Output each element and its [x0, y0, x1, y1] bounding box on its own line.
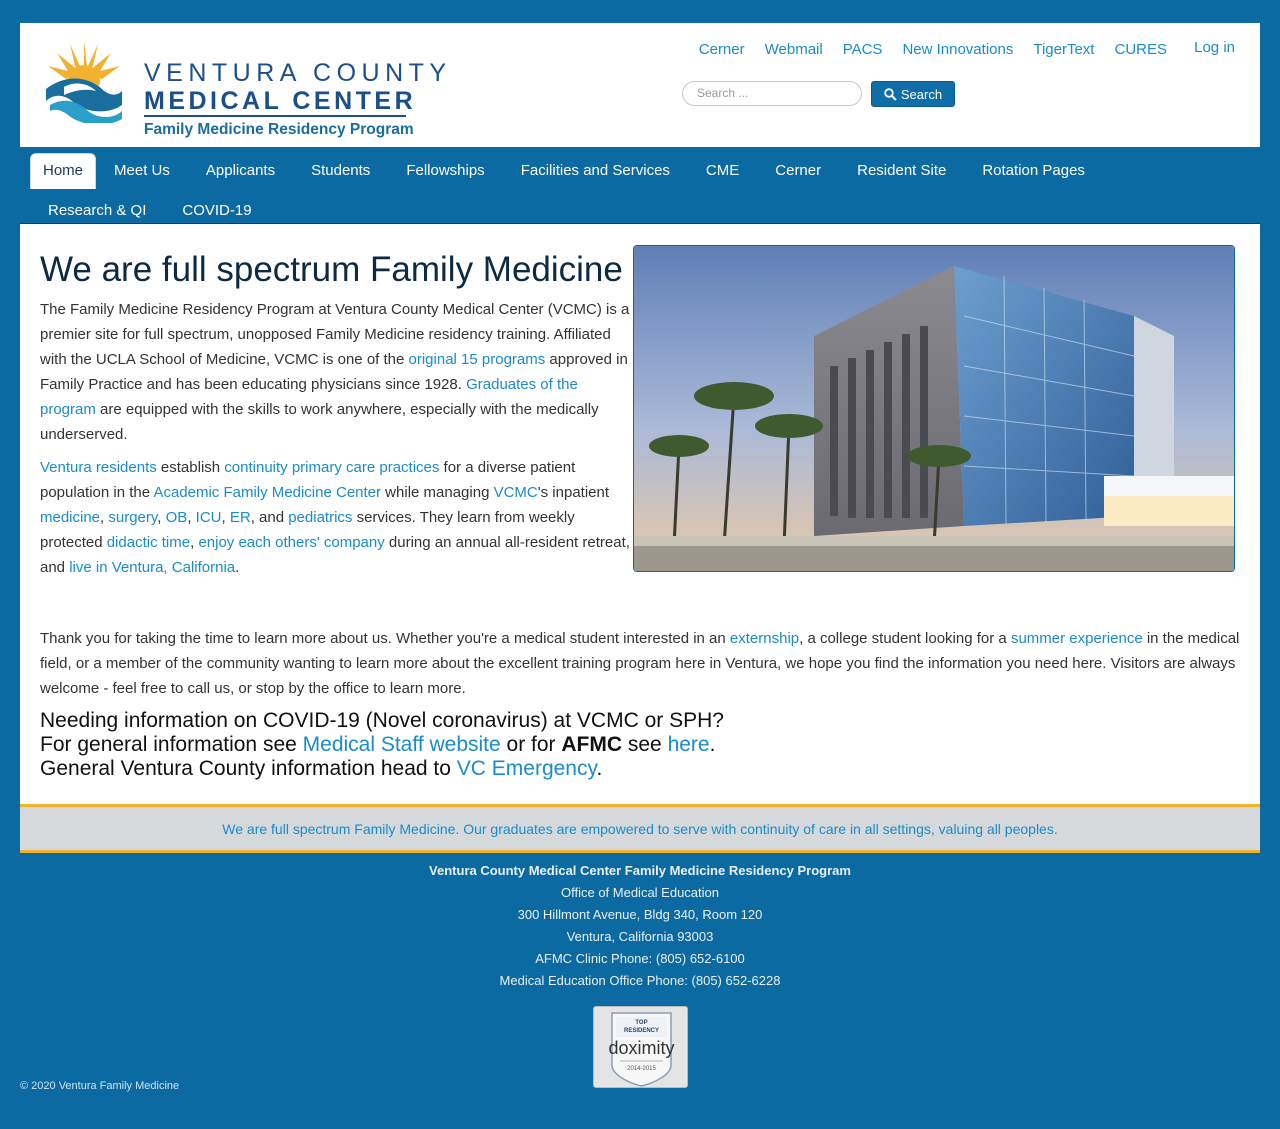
copyright: © 2020 Ventura Family Medicine [20, 1080, 180, 1092]
covid-line-1: Needing information on COVID-19 (Novel c… [40, 709, 724, 732]
tagline-text: We are full spectrum Family Medicine. Ou… [222, 820, 1058, 837]
footer-phone-clinic: AFMC Clinic Phone: (805) 652-6100 [535, 951, 745, 966]
main-content: We are full spectrum Family Medicine The… [20, 224, 1260, 804]
logo-line-3: Family Medicine Residency Program [144, 121, 414, 138]
footer-address-2: Ventura, California 93003 [566, 929, 714, 944]
logo-line-1: VENTURA COUNTY [144, 59, 452, 87]
nav-row-1: Home Meet Us Applicants Students Fellows… [30, 153, 1103, 189]
page-title: We are full spectrum Family Medicine [40, 250, 623, 289]
nav-research-qi[interactable]: Research & QI [30, 193, 164, 228]
doximity-badge-icon: TOP RESIDENCY doximity 2014-2015 [608, 1012, 675, 1087]
link-original-15-programs[interactable]: original 15 programs [409, 351, 546, 368]
footer-office: Office of Medical Education [560, 885, 719, 900]
search-button[interactable]: Search [871, 81, 955, 107]
main-nav: Home Meet Us Applicants Students Fellows… [20, 147, 1260, 224]
footer-org-name: Ventura County Medical Center Family Med… [429, 863, 851, 878]
doximity-badge[interactable]: TOP RESIDENCY doximity 2014-2015 [593, 1006, 688, 1088]
link-medical-staff-website[interactable]: Medical Staff website [303, 733, 501, 756]
toplink-new-innovations[interactable]: New Innovations [902, 41, 1013, 58]
nav-cerner[interactable]: Cerner [757, 153, 839, 189]
covid-line-2: For general information see Medical Staf… [40, 733, 716, 756]
badge-brand: doximity [608, 1038, 674, 1058]
link-surgery[interactable]: surgery [108, 509, 157, 526]
nav-meet-us[interactable]: Meet Us [96, 153, 188, 189]
search-input[interactable]: Search ... [682, 81, 862, 106]
toplink-pacs[interactable]: PACS [843, 41, 883, 58]
badge-residency: RESIDENCY [624, 1028, 659, 1034]
nav-home[interactable]: Home [30, 153, 97, 189]
nav-students[interactable]: Students [293, 153, 388, 189]
hospital-photo [633, 245, 1235, 572]
footer-address-1: 300 Hillmont Avenue, Bldg 340, Room 120 [517, 907, 763, 922]
logo-line-2: MEDICAL CENTER [144, 87, 417, 115]
site-logo[interactable]: VENTURA COUNTY MEDICAL CENTER Family Med… [44, 39, 446, 138]
utility-links: Cerner Webmail PACS New Innovations Tige… [699, 41, 1167, 58]
badge-years: 2014-2015 [627, 1066, 656, 1072]
link-medicine[interactable]: medicine [40, 509, 100, 526]
sun-wave-logo-icon [46, 41, 122, 123]
mission-tagline: We are full spectrum Family Medicine. Ou… [20, 804, 1260, 853]
link-retreat[interactable]: enjoy each others' company [198, 534, 384, 551]
welcome-paragraph: Thank you for taking the time to learn m… [40, 630, 1240, 697]
link-er[interactable]: ER [230, 509, 251, 526]
search-button-label: Search [900, 86, 943, 102]
toplink-cures[interactable]: CURES [1114, 41, 1167, 58]
link-summer-experience[interactable]: summer experience [1011, 630, 1143, 647]
link-ventura-residents[interactable]: Ventura residents [40, 459, 157, 476]
hospital-building-image [634, 246, 1234, 571]
link-vcmc[interactable]: VCMC [494, 484, 538, 501]
nav-resident-site[interactable]: Resident Site [839, 153, 964, 189]
toplink-webmail[interactable]: Webmail [765, 41, 823, 58]
link-afmc[interactable]: Academic Family Medicine Center [153, 484, 381, 501]
intro-paragraph-2: Ventura residents establish continuity p… [40, 459, 630, 576]
nav-row-2: Research & QI COVID-19 [30, 193, 270, 228]
nav-facilities[interactable]: Facilities and Services [503, 153, 688, 189]
search-icon [884, 87, 897, 101]
link-live-in-ventura[interactable]: live in Ventura, California [69, 559, 235, 576]
nav-rotation-pages[interactable]: Rotation Pages [964, 153, 1103, 189]
link-afmc-here[interactable]: here [668, 733, 710, 756]
logo-divider [144, 115, 406, 117]
covid-notice: Needing information on COVID-19 (Novel c… [40, 709, 1240, 781]
toplink-cerner[interactable]: Cerner [699, 41, 745, 58]
site-footer: Ventura County Medical Center Family Med… [0, 860, 1280, 992]
footer-phone-office: Medical Education Office Phone: (805) 65… [499, 973, 781, 988]
nav-cme[interactable]: CME [688, 153, 757, 189]
covid-line-3: General Ventura County information head … [40, 757, 603, 780]
nav-applicants[interactable]: Applicants [188, 153, 293, 189]
toplink-tigertext[interactable]: TigerText [1033, 41, 1094, 58]
link-externship[interactable]: externship [730, 630, 799, 647]
link-icu[interactable]: ICU [196, 509, 222, 526]
nav-fellowships[interactable]: Fellowships [388, 153, 502, 189]
site-header: VENTURA COUNTY MEDICAL CENTER Family Med… [20, 23, 1260, 147]
badge-top: TOP [635, 1020, 647, 1026]
link-didactic-time[interactable]: didactic time [107, 534, 190, 551]
link-pediatrics[interactable]: pediatrics [288, 509, 352, 526]
link-ob[interactable]: OB [166, 509, 188, 526]
intro-section: We are full spectrum Family Medicine The… [40, 251, 632, 580]
intro-paragraph-1: The Family Medicine Residency Program at… [40, 301, 630, 443]
link-vc-emergency[interactable]: VC Emergency [457, 757, 597, 780]
login-link[interactable]: Log in [1194, 39, 1235, 56]
nav-covid-19[interactable]: COVID-19 [164, 193, 269, 228]
link-continuity-practices[interactable]: continuity primary care practices [224, 459, 439, 476]
